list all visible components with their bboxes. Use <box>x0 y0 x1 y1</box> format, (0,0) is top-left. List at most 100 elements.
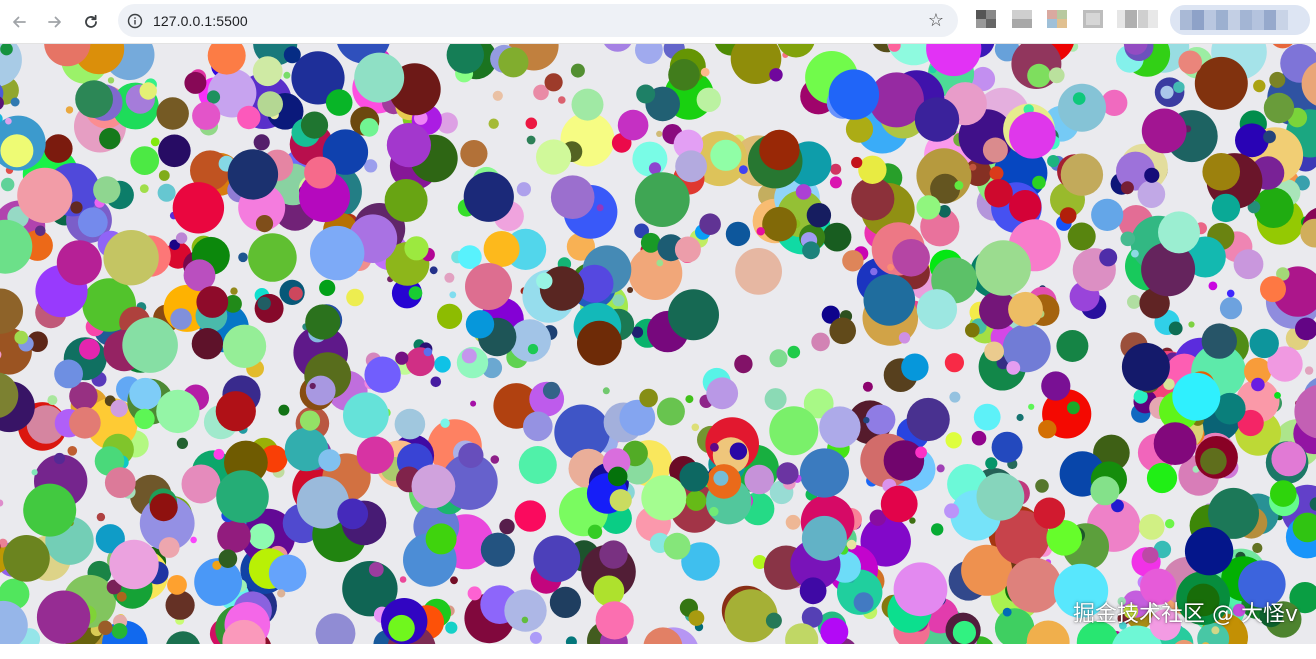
star-icon[interactable]: ☆ <box>928 10 944 31</box>
circle <box>931 523 944 536</box>
extension-icon[interactable] <box>1047 10 1067 28</box>
circle <box>679 462 709 492</box>
forward-arrow-icon[interactable] <box>40 7 70 37</box>
circle <box>536 272 553 290</box>
url-text[interactable]: 127.0.0.1:5500 <box>153 13 248 29</box>
circle <box>744 464 774 495</box>
circle <box>1263 92 1295 124</box>
back-arrow-icon-glyph <box>13 16 26 27</box>
circle <box>181 464 221 504</box>
circle <box>96 512 106 522</box>
circle <box>343 392 389 439</box>
extension-icon[interactable] <box>1138 10 1158 28</box>
circle <box>599 540 628 569</box>
circle <box>158 170 170 181</box>
circle <box>674 236 701 263</box>
circle <box>499 518 515 535</box>
circle <box>217 519 251 553</box>
circle <box>954 180 964 190</box>
info-icon[interactable] <box>127 13 143 29</box>
circle <box>845 115 874 143</box>
circle <box>991 431 1023 463</box>
circle <box>394 408 426 440</box>
circle <box>945 432 962 449</box>
circle <box>914 97 960 142</box>
circle <box>762 206 797 242</box>
circle <box>769 68 783 82</box>
circle <box>936 464 945 473</box>
circle <box>103 230 159 286</box>
circle <box>1235 123 1269 158</box>
circle <box>1060 153 1104 196</box>
extension-icon[interactable] <box>1012 10 1032 28</box>
circle <box>206 90 221 104</box>
circle <box>107 77 115 84</box>
circle <box>1249 328 1279 359</box>
circle <box>984 341 1004 362</box>
circle <box>829 317 856 345</box>
circle <box>134 408 155 430</box>
circle <box>1304 366 1314 375</box>
profile-button[interactable] <box>1170 5 1310 35</box>
extension-icon[interactable] <box>976 10 996 28</box>
circle <box>158 134 191 168</box>
circle <box>252 56 283 87</box>
circle <box>1233 249 1264 280</box>
circle <box>488 118 499 129</box>
circle <box>69 407 101 439</box>
circle <box>533 535 581 583</box>
back-arrow-icon[interactable] <box>4 7 34 37</box>
circle <box>467 586 482 601</box>
extension-icon[interactable] <box>1083 10 1103 28</box>
circle <box>1038 420 1057 439</box>
circle <box>172 182 225 234</box>
circle <box>254 293 284 323</box>
extension-icon[interactable] <box>1117 10 1137 28</box>
circle <box>769 349 788 368</box>
circle <box>1142 547 1159 564</box>
circle <box>470 400 477 407</box>
circle <box>278 404 290 416</box>
circle <box>364 356 401 393</box>
circle <box>116 591 127 602</box>
circle <box>257 91 284 117</box>
circle <box>627 287 634 293</box>
circle <box>483 231 520 267</box>
circle <box>795 184 812 200</box>
circle <box>384 179 428 222</box>
circle <box>607 466 628 487</box>
reload-icon[interactable] <box>76 7 106 37</box>
circle <box>170 308 192 330</box>
circle <box>735 248 782 295</box>
circle <box>0 600 28 644</box>
circle <box>769 406 819 456</box>
circle <box>167 575 187 595</box>
circle <box>1006 361 1021 375</box>
circle <box>305 304 341 340</box>
circle <box>31 469 38 476</box>
circle <box>787 345 801 359</box>
circle <box>1153 422 1197 465</box>
circle <box>248 233 297 282</box>
circle <box>688 610 705 626</box>
circle <box>310 225 365 281</box>
circle <box>54 359 83 389</box>
address-bar[interactable]: 127.0.0.1:5500 ☆ <box>118 4 958 37</box>
circle <box>710 442 719 452</box>
circle <box>668 59 700 91</box>
circle <box>215 391 256 432</box>
circle <box>1211 193 1241 223</box>
circle <box>257 296 271 311</box>
circle <box>222 324 267 368</box>
circle <box>577 320 622 366</box>
watermark-text: 掘金技术社区 @ 大怪v <box>1072 602 1298 627</box>
circle <box>906 397 950 442</box>
circle <box>445 621 458 634</box>
circle <box>1028 403 1035 410</box>
circle <box>10 97 20 107</box>
circle <box>109 539 159 590</box>
circle <box>525 117 538 130</box>
circle <box>158 537 180 558</box>
circle <box>368 562 384 577</box>
circle <box>156 389 200 434</box>
